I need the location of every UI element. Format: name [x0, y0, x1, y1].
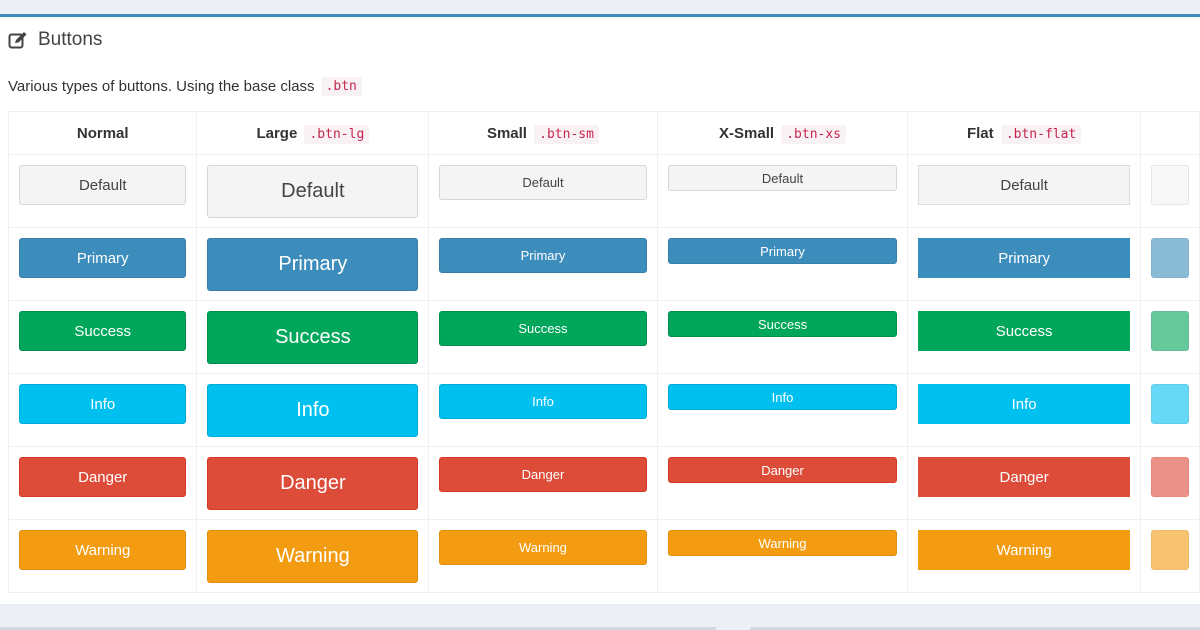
table-row: Default Default Default Default Default [7, 154, 1200, 228]
danger-button-small[interactable]: Danger [439, 457, 647, 492]
warning-button[interactable]: Warning [19, 530, 187, 570]
danger-button-partial[interactable] [1150, 457, 1189, 497]
default-button-xsmall[interactable]: Default [667, 165, 898, 191]
default-button-flat[interactable]: Default [918, 165, 1130, 205]
warning-button-large[interactable]: Warning [207, 530, 419, 583]
success-button[interactable]: Success [19, 311, 187, 351]
primary-button-large[interactable]: Primary [207, 238, 419, 291]
description-code: .btn [320, 77, 362, 96]
primary-button-flat[interactable]: Primary [918, 238, 1130, 278]
default-button-large[interactable]: Default [207, 165, 419, 218]
info-button-large[interactable]: Info [207, 384, 419, 437]
info-button-small[interactable]: Info [439, 384, 647, 419]
danger-button-flat[interactable]: Danger [918, 457, 1130, 497]
table-header-row: Normal Large .btn-lg Small .btn-sm X-Sma… [7, 111, 1200, 155]
buttons-table: Normal Large .btn-lg Small .btn-sm X-Sma… [7, 111, 1200, 593]
info-button-flat[interactable]: Info [918, 384, 1130, 424]
default-button[interactable]: Default [19, 165, 187, 205]
table-row: Warning Warning Warning Warning Warning [7, 519, 1200, 593]
primary-button-small[interactable]: Primary [439, 238, 647, 273]
table-row: Danger Danger Danger Danger Danger [7, 446, 1200, 520]
description-text: Various types of buttons. Using the base… [8, 78, 315, 95]
edit-icon [8, 31, 27, 48]
column-header-flat: Flat .btn-flat [907, 111, 1141, 155]
table-row: Info Info Info Info Info [7, 373, 1200, 447]
table-row: Success Success Success Success Success [7, 300, 1200, 374]
danger-button-large[interactable]: Danger [207, 457, 419, 510]
success-button-flat[interactable]: Success [918, 311, 1130, 351]
danger-button-xsmall[interactable]: Danger [667, 457, 898, 483]
primary-button-partial[interactable] [1150, 238, 1189, 278]
column-header-xsmall: X-Small .btn-xs [656, 111, 909, 155]
buttons-box: Buttons Various types of buttons. Using … [0, 14, 1200, 604]
box-header: Buttons [8, 27, 102, 53]
success-button-small[interactable]: Success [439, 311, 647, 346]
warning-button-flat[interactable]: Warning [918, 530, 1130, 570]
danger-button[interactable]: Danger [19, 457, 187, 497]
success-button-partial[interactable] [1150, 311, 1189, 351]
warning-button-partial[interactable] [1150, 530, 1189, 570]
default-button-small[interactable]: Default [439, 165, 647, 200]
success-button-large[interactable]: Success [207, 311, 419, 364]
success-button-xsmall[interactable]: Success [667, 311, 898, 337]
default-button-partial[interactable] [1150, 165, 1189, 205]
column-header-partial [1139, 111, 1200, 155]
column-header-large: Large .btn-lg [196, 111, 430, 155]
warning-button-xsmall[interactable]: Warning [667, 530, 898, 556]
info-button[interactable]: Info [19, 384, 187, 424]
primary-button-xsmall[interactable]: Primary [667, 238, 898, 264]
primary-button[interactable]: Primary [19, 238, 187, 278]
box-title: Buttons [38, 29, 103, 50]
table-row: Primary Primary Primary Primary Primary [7, 227, 1200, 301]
box-description: Various types of buttons. Using the base… [8, 77, 362, 96]
info-button-partial[interactable] [1150, 384, 1189, 424]
top-bar [0, 0, 1200, 14]
info-button-xsmall[interactable]: Info [667, 384, 898, 410]
column-header-normal: Normal [7, 111, 198, 155]
warning-button-small[interactable]: Warning [439, 530, 647, 565]
column-header-small: Small .btn-sm [428, 111, 658, 155]
